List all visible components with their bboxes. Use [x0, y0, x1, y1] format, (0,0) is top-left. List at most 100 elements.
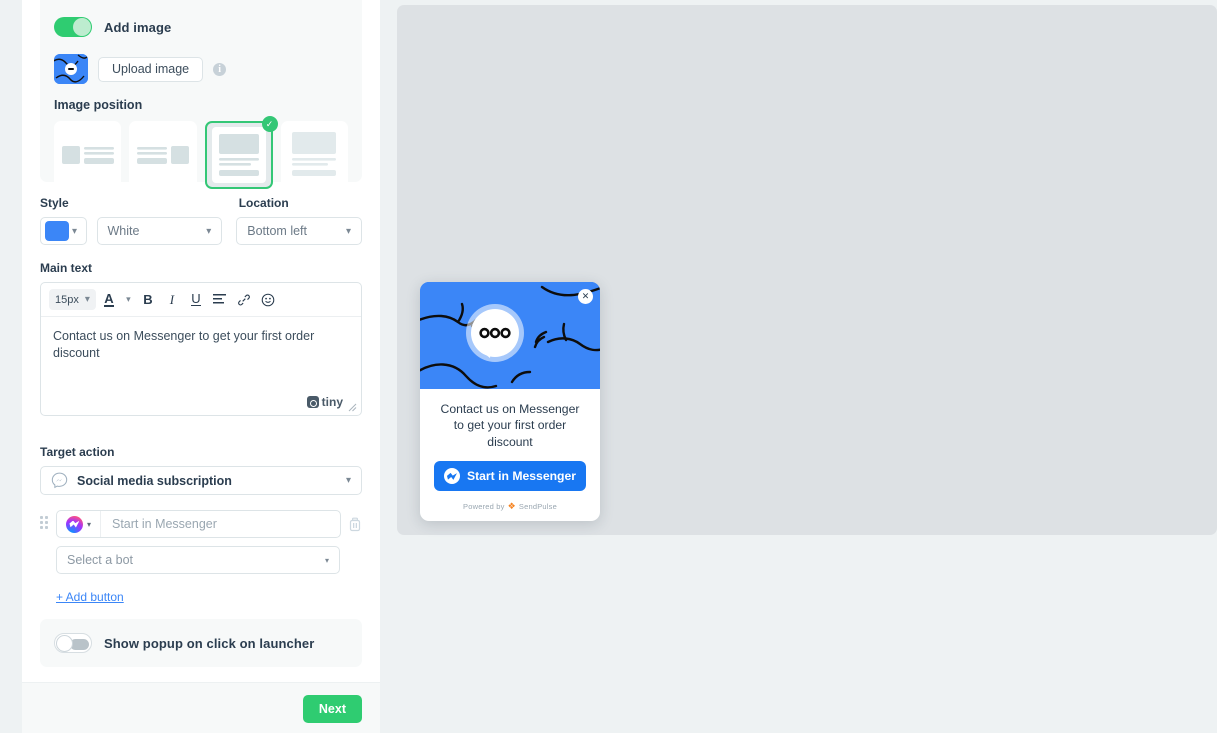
- resize-handle[interactable]: [348, 403, 357, 412]
- rich-text-area[interactable]: Contact us on Messenger to get your firs…: [41, 317, 361, 415]
- upload-image-button[interactable]: Upload image: [98, 56, 204, 82]
- style-theme-select[interactable]: White ▾: [96, 217, 223, 245]
- location-label: Location: [238, 196, 289, 210]
- action-button-input: Start in Messenger: [112, 517, 217, 531]
- powered-by-prefix: Powered by: [463, 502, 505, 512]
- color-swatch: [45, 221, 69, 241]
- messenger-icon: [443, 468, 460, 485]
- app-root: Add image Upload image i Image position …: [0, 0, 1217, 733]
- chevron-down-icon: ▾: [84, 294, 90, 305]
- tiny-logo-icon: [306, 396, 319, 408]
- target-action-section: Target action Social media subscription …: [40, 445, 362, 606]
- layout-top-image-icon: [211, 127, 266, 183]
- align-glyph: [213, 294, 227, 304]
- tiny-label: tiny: [321, 395, 343, 409]
- add-image-toggle-row: Add image: [54, 14, 348, 40]
- image-thumbnail[interactable]: [54, 54, 88, 84]
- popup-preview: ✕ Contact us on Messenger to get your fi…: [420, 282, 600, 522]
- popup-cta-label: Start in Messenger: [466, 469, 577, 484]
- add-image-section: Add image Upload image i Image position …: [40, 0, 362, 189]
- left-scroll-rail[interactable]: [0, 0, 22, 733]
- popup-settings-panel: Add image Upload image i Image position …: [22, 0, 380, 682]
- toggle-knob: [56, 635, 73, 652]
- info-icon[interactable]: i: [213, 62, 227, 76]
- resize-glyph: [348, 403, 357, 412]
- target-action-select[interactable]: Social media subscription ▾: [40, 466, 362, 495]
- show-popup-toggle[interactable]: [54, 633, 92, 653]
- show-popup-label: Show popup on click on launcher: [104, 635, 315, 651]
- channel-select[interactable]: ▾: [57, 511, 101, 537]
- add-button-link[interactable]: + Add button: [56, 590, 124, 604]
- underline-icon[interactable]: U: [185, 288, 207, 312]
- image-position-option-left-image[interactable]: [54, 121, 122, 189]
- add-image-label: Add image: [104, 19, 172, 35]
- layout-left-image-icon: [61, 146, 114, 164]
- location-value: Bottom left: [247, 224, 307, 238]
- toggle-knob: [73, 18, 91, 36]
- image-position-option-top-image[interactable]: ✓: [204, 116, 278, 189]
- style-color-picker[interactable]: ▾: [40, 217, 87, 245]
- chevron-down-icon: ▾: [324, 555, 329, 565]
- link-icon[interactable]: [233, 288, 255, 312]
- font-size-select[interactable]: 15px ▾: [49, 289, 96, 310]
- chevron-down-icon: ▾: [72, 225, 78, 237]
- emoji-icon[interactable]: [257, 288, 279, 312]
- messenger-outline-icon: [51, 472, 68, 489]
- text-color-icon[interactable]: A: [98, 288, 120, 312]
- image-position-option-full-image[interactable]: [280, 121, 349, 189]
- messenger-icon: [65, 515, 83, 533]
- sendpulse-brand: SendPulse: [518, 502, 557, 512]
- popup-cta-button[interactable]: Start in Messenger: [434, 461, 586, 492]
- target-action-value: Social media subscription: [77, 473, 232, 488]
- tinymce-branding: tiny: [306, 395, 343, 409]
- preview-canvas: ✕ Contact us on Messenger to get your fi…: [397, 5, 1217, 535]
- action-button-field[interactable]: ▾ Start in Messenger: [56, 510, 341, 538]
- style-theme-value: White: [107, 224, 140, 238]
- style-controls-row: ▾ White ▾ Bottom left ▾: [40, 217, 362, 245]
- bot-select[interactable]: Select a bot ▾: [56, 546, 340, 574]
- text-color-chevron-down-icon[interactable]: ▾: [122, 288, 135, 312]
- chevron-down-icon: ▾: [206, 225, 212, 237]
- sendpulse-logo-icon: ❖: [507, 501, 516, 512]
- image-position-label: Image position: [54, 98, 143, 112]
- emoji-glyph: [261, 293, 275, 306]
- next-button[interactable]: Next: [302, 695, 362, 723]
- editor-toolbar: 15px ▾ A ▾ B I U: [41, 283, 361, 317]
- chevron-down-icon: ▾: [345, 475, 351, 486]
- layout-right-image-icon: [137, 146, 190, 164]
- align-icon[interactable]: [209, 288, 231, 312]
- chevron-down-icon: ▾: [86, 519, 91, 529]
- main-text-content: Contact us on Messenger to get your firs…: [53, 329, 315, 360]
- trash-icon[interactable]: [348, 517, 362, 532]
- main-text-label: Main text: [40, 261, 93, 275]
- image-position-option-right-image[interactable]: [129, 121, 197, 189]
- style-label: Style: [40, 196, 69, 210]
- target-action-label: Target action: [40, 445, 115, 459]
- italic-icon[interactable]: I: [161, 288, 183, 312]
- upload-image-label: Upload image: [112, 62, 190, 76]
- bold-icon[interactable]: B: [137, 288, 159, 312]
- drag-handle-icon[interactable]: [40, 516, 49, 532]
- image-position-options: ✓: [54, 116, 349, 189]
- popup-body: Contact us on Messenger to get your firs…: [420, 389, 600, 521]
- powered-by-footer: Powered by ❖ SendPulse: [434, 501, 586, 512]
- popup-close-icon[interactable]: ✕: [578, 289, 593, 304]
- next-button-label: Next: [318, 702, 346, 716]
- popup-message-text: Contact us on Messenger to get your firs…: [440, 402, 580, 449]
- bot-select-placeholder: Select a bot: [67, 553, 134, 567]
- location-select[interactable]: Bottom left ▾: [236, 217, 362, 245]
- link-glyph: [238, 294, 250, 305]
- add-image-toggle[interactable]: [54, 17, 92, 37]
- selected-check-icon: ✓: [261, 116, 278, 132]
- thumbnail-artwork: [54, 54, 88, 84]
- rich-text-editor: 15px ▾ A ▾ B I U Contact us on Messenger…: [40, 282, 362, 416]
- show-popup-section: Show popup on click on launcher: [40, 619, 362, 667]
- hero-artwork: [420, 282, 600, 389]
- style-location-section: Style Location ▾ White ▾ Bottom left ▾: [40, 196, 362, 245]
- popup-hero-image: ✕: [420, 282, 600, 389]
- upload-row: Upload image i: [54, 54, 348, 84]
- panel-footer: Next: [22, 682, 380, 733]
- font-size-value: 15px: [55, 293, 79, 306]
- trash-glyph: [349, 517, 361, 531]
- layout-full-image-icon: [292, 132, 337, 176]
